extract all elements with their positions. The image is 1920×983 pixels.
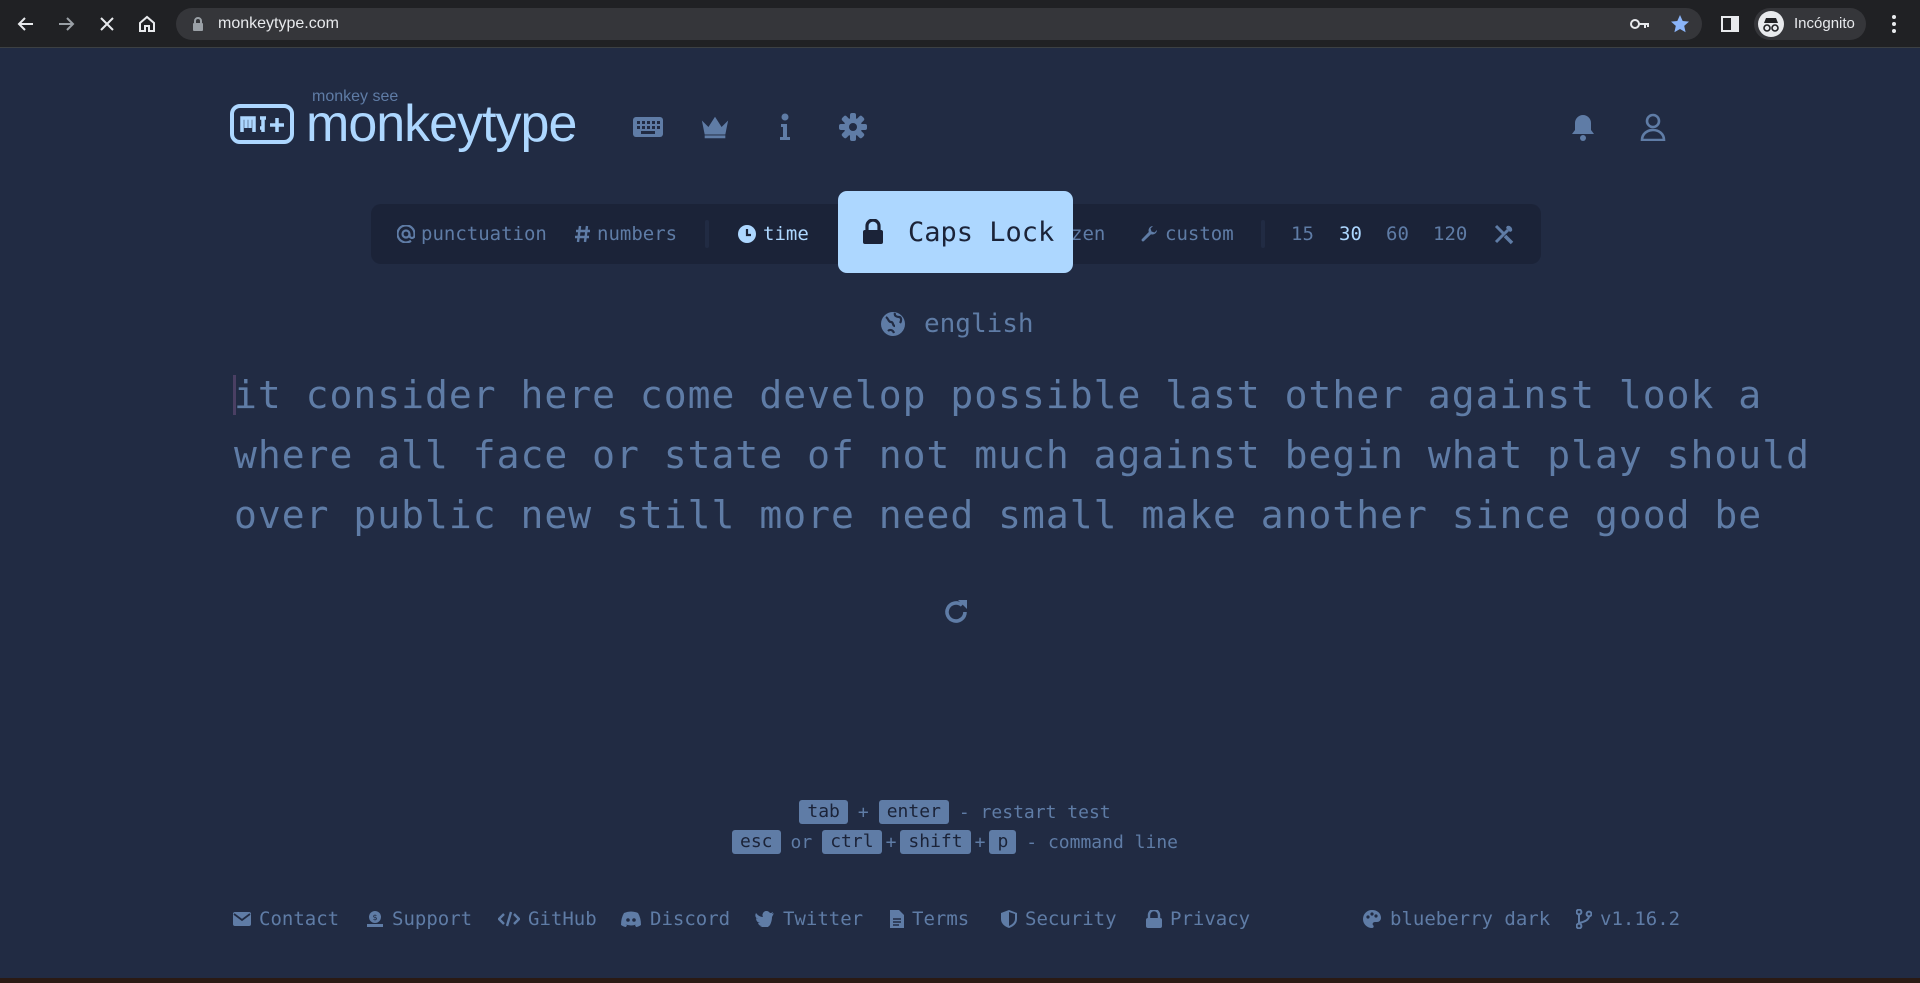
gear-icon[interactable] [838,112,868,142]
code-icon [498,911,520,927]
footer-discord[interactable]: Discord [620,905,730,933]
palette-icon [1363,910,1381,928]
footer-support[interactable]: $ Support [366,905,472,933]
stop-icon[interactable] [93,10,121,38]
footer-theme[interactable]: blueberry dark [1362,905,1550,933]
punctuation-label: punctuation [421,223,547,245]
wrench-icon [1141,226,1157,242]
custom-label: custom [1165,223,1234,245]
footer-security[interactable]: Security [1001,905,1117,933]
config-separator [1261,220,1265,248]
footer-terms[interactable]: Terms [890,905,969,933]
language-label: english [924,309,1034,339]
url-text: monkeytype.com [218,15,339,32]
numbers-toggle[interactable]: numbers [575,204,677,264]
key-esc: esc [732,830,781,854]
duration-60[interactable]: 60 [1386,204,1409,264]
at-icon [397,225,415,243]
keyboard-icon[interactable] [633,112,663,142]
menu-icon[interactable] [1880,10,1908,38]
tools-icon [1494,224,1514,245]
mode-custom[interactable]: custom [1141,204,1234,264]
restart-hint: tab + enter - restart test [0,800,1920,824]
time-label: time [763,223,809,245]
hash-icon [575,225,590,243]
mode-zen[interactable]: zen [1071,204,1105,264]
key-shift: shift [900,830,971,854]
punctuation-toggle[interactable]: punctuation [397,204,547,264]
incognito-profile[interactable]: Incógnito [1754,8,1866,40]
document-icon [890,910,904,928]
user-icon[interactable] [1638,112,1668,142]
home-icon[interactable] [133,10,161,38]
footer-version[interactable]: v1.16.2 [1576,905,1680,933]
lock-icon [1146,910,1162,928]
footer-contact[interactable]: Contact [233,905,339,933]
key-p: p [989,830,1017,854]
crown-icon[interactable] [700,112,730,142]
words-area[interactable]: it consider here come develop possible l… [234,365,1810,545]
info-icon[interactable] [770,112,800,142]
language-button[interactable]: english [880,307,1034,341]
back-icon[interactable] [12,10,40,38]
browser-toolbar: monkeytype.com Incógnito [0,0,1920,48]
monkeytype-logo-icon [230,104,294,144]
footer: Contact $ Support GitHub Discord Twitter… [0,905,1920,933]
twitter-icon [755,911,774,927]
incognito-icon [1758,11,1784,37]
footer-privacy[interactable]: Privacy [1146,905,1250,933]
words-line: where all face or state of not much agai… [234,433,1810,477]
svg-text:$: $ [372,913,377,922]
discord-icon [621,911,641,927]
clock-icon [738,225,756,243]
lock-icon [193,17,203,31]
words-line: it consider here come develop possible l… [234,373,1763,417]
envelope-icon [233,912,251,926]
numbers-label: numbers [597,223,678,245]
caps-lock-warning: Caps Lock [838,191,1073,273]
config-separator [705,220,709,248]
window-bottom-edge [0,978,1920,983]
zen-label: zen [1071,223,1106,245]
address-bar[interactable]: monkeytype.com [176,8,1702,40]
duration-30[interactable]: 30 [1339,204,1362,264]
duration-15[interactable]: 15 [1291,204,1314,264]
bell-icon[interactable] [1568,112,1598,142]
custom-duration-button[interactable] [1493,204,1521,264]
key-enter: enter [878,800,949,824]
redo-icon [945,600,967,623]
incognito-label: Incógnito [1794,15,1855,32]
command-line-hint: esc or ctrl + shift + p - command line [0,830,1920,854]
sidepanel-icon[interactable] [1716,10,1744,38]
globe-icon [881,312,905,336]
key-icon[interactable] [1630,16,1650,32]
footer-twitter[interactable]: Twitter [755,905,863,933]
donate-icon: $ [367,911,383,927]
mode-time[interactable]: time [737,204,809,264]
shield-icon [1001,910,1017,928]
star-icon[interactable] [1670,14,1690,34]
forward-icon[interactable] [52,10,80,38]
lock-icon [863,219,883,244]
duration-120[interactable]: 120 [1433,204,1467,264]
caps-lock-label: Caps Lock [908,216,1055,248]
key-ctrl: ctrl [822,830,882,854]
code-branch-icon [1576,909,1592,929]
restart-button[interactable] [940,596,972,628]
logo-text: monkeytype [306,95,577,153]
key-tab: tab [799,800,848,824]
footer-github[interactable]: GitHub [498,905,597,933]
words-line: over public new still more need small ma… [234,493,1763,537]
